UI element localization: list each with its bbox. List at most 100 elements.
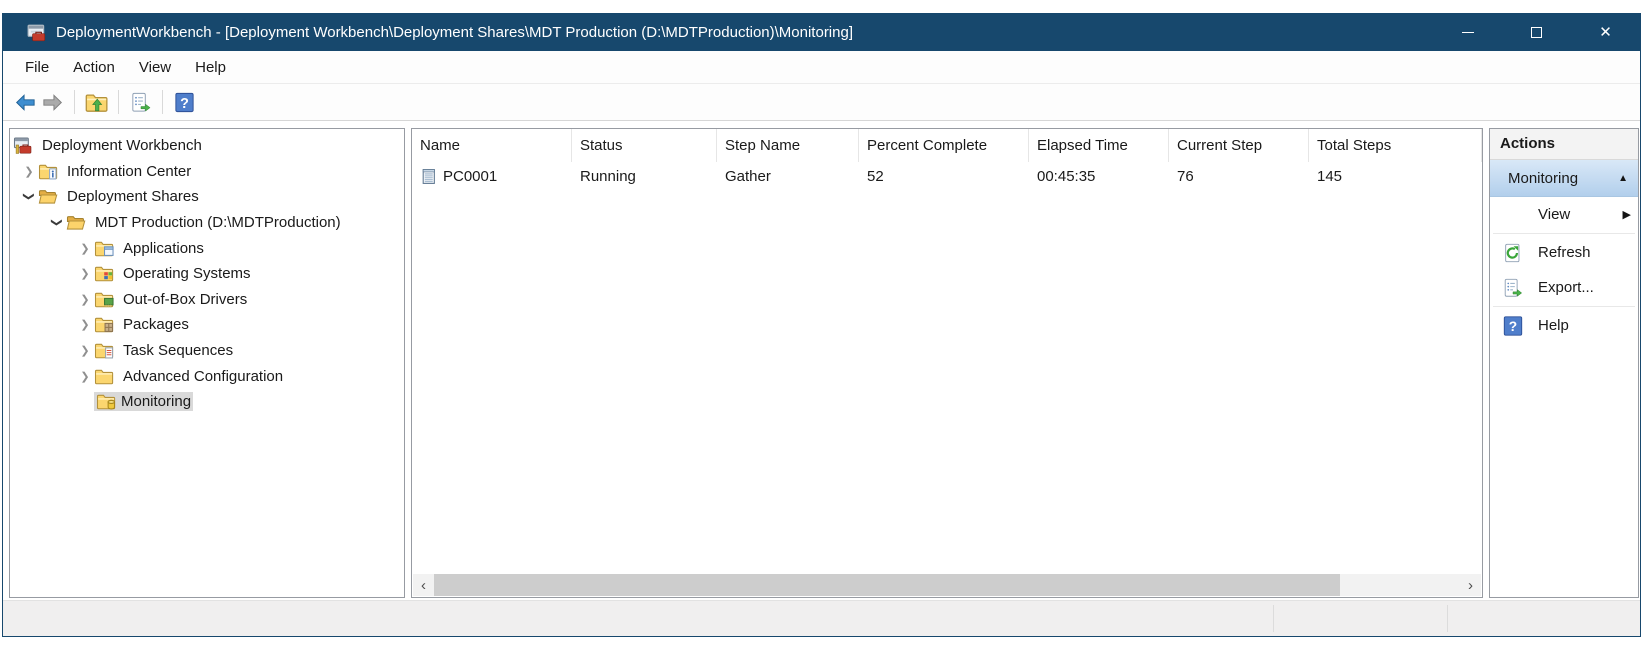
actions-group-monitoring[interactable]: Monitoring ▲ xyxy=(1490,160,1638,197)
column-header-status[interactable]: Status xyxy=(572,129,717,162)
export-list-button[interactable] xyxy=(127,89,154,116)
actions-separator xyxy=(1493,306,1635,307)
help-icon: ? xyxy=(173,91,196,114)
tree-item-out-of-box-drivers[interactable]: ❯ Out-of-Box Drivers xyxy=(10,287,404,313)
tree-item-label: Applications xyxy=(120,239,207,258)
tree-item-deployment-shares[interactable]: ❯ Deployment Shares xyxy=(10,184,404,210)
toolbar-separator xyxy=(162,90,163,114)
tree-item-deployment-workbench[interactable]: Deployment Workbench xyxy=(10,133,404,159)
folder-open-icon xyxy=(38,188,58,205)
toolbar-separator xyxy=(118,90,119,114)
status-bar-divider xyxy=(1273,605,1274,632)
folder-applications-icon xyxy=(94,240,114,257)
mmc-app-icon xyxy=(27,24,47,42)
menu-help[interactable]: Help xyxy=(183,51,238,83)
minimize-icon xyxy=(1462,32,1474,33)
actions-pane: Actions Monitoring ▲ View ▶ Refresh xyxy=(1489,128,1639,598)
action-label: Refresh xyxy=(1538,244,1591,261)
action-label: Help xyxy=(1538,317,1569,334)
computer-report-icon xyxy=(420,168,437,185)
toolbar-separator xyxy=(74,90,75,114)
folder-open-icon xyxy=(66,214,86,231)
close-icon: ✕ xyxy=(1599,25,1612,40)
menu-bar: File Action View Help xyxy=(3,51,1640,84)
scroll-right-arrow[interactable]: › xyxy=(1460,574,1481,596)
maximize-icon xyxy=(1531,27,1542,38)
tree-item-applications[interactable]: ❯ Applications xyxy=(10,235,404,261)
selected-tree-item: Monitoring xyxy=(94,392,193,411)
list-row-pc0001[interactable]: PC0001 Running Gather 52 00:45:35 76 145 xyxy=(412,162,1482,190)
action-help[interactable]: ? Help xyxy=(1490,308,1638,343)
action-export[interactable]: Export... xyxy=(1490,270,1638,305)
minimize-button[interactable] xyxy=(1433,14,1502,51)
folder-packages-icon xyxy=(94,316,114,333)
tree-item-label: Monitoring xyxy=(121,393,191,410)
column-header-elapsed-time[interactable]: Elapsed Time xyxy=(1029,129,1169,162)
collapse-group-icon[interactable]: ▲ xyxy=(1618,173,1628,184)
scrollbar-track[interactable] xyxy=(434,574,1460,596)
title-bar: DeploymentWorkbench - [Deployment Workbe… xyxy=(3,14,1640,51)
column-header-name[interactable]: Name xyxy=(412,129,572,162)
tree-item-operating-systems[interactable]: ❯ Operating Systems xyxy=(10,261,404,287)
menu-view[interactable]: View xyxy=(127,51,183,83)
maximize-button[interactable] xyxy=(1502,14,1571,51)
back-icon xyxy=(14,91,37,114)
menu-action[interactable]: Action xyxy=(61,51,127,83)
refresh-icon xyxy=(1502,242,1524,264)
actions-separator xyxy=(1493,233,1635,234)
column-header-total-steps[interactable]: Total Steps xyxy=(1309,129,1482,162)
help-icon: ? xyxy=(1502,315,1524,337)
tree-item-label: Deployment Workbench xyxy=(39,136,205,155)
export-icon xyxy=(1502,277,1524,299)
up-one-level-button[interactable] xyxy=(83,89,110,116)
action-view[interactable]: View ▶ xyxy=(1490,197,1638,232)
cell-status: Running xyxy=(572,162,717,190)
cell-elapsed-time: 00:45:35 xyxy=(1029,162,1169,190)
scrollbar-thumb[interactable] xyxy=(434,574,1340,596)
status-bar xyxy=(3,600,1640,636)
scroll-left-arrow[interactable]: ‹ xyxy=(413,574,434,596)
column-header-step-name[interactable]: Step Name xyxy=(717,129,859,162)
close-button[interactable]: ✕ xyxy=(1571,14,1640,51)
export-list-icon xyxy=(129,91,152,114)
tree-item-monitoring[interactable]: Monitoring xyxy=(10,389,404,415)
expand-chevron-icon[interactable]: ❯ xyxy=(76,344,94,357)
tree-item-label: Information Center xyxy=(64,162,194,181)
expand-chevron-icon[interactable]: ❯ xyxy=(20,165,38,178)
submenu-arrow-icon: ▶ xyxy=(1623,208,1631,221)
folder-icon xyxy=(94,368,114,385)
list-header-row: Name Status Step Name Percent Complete E… xyxy=(412,129,1482,162)
tree-item-packages[interactable]: ❯ Packages xyxy=(10,312,404,338)
collapse-chevron-icon[interactable]: ❯ xyxy=(51,214,64,232)
horizontal-scrollbar[interactable]: ‹ › xyxy=(413,574,1481,596)
help-button[interactable]: ? xyxy=(171,89,198,116)
expand-chevron-icon[interactable]: ❯ xyxy=(76,318,94,331)
tree-item-label: Operating Systems xyxy=(120,264,254,283)
tree-item-advanced-configuration[interactable]: ❯ Advanced Configuration xyxy=(10,363,404,389)
expand-chevron-icon[interactable]: ❯ xyxy=(76,242,94,255)
expand-chevron-icon[interactable]: ❯ xyxy=(76,267,94,280)
console-tree-pane: Deployment Workbench ❯ Information Cente… xyxy=(9,128,405,598)
folder-tasks-icon xyxy=(94,342,114,359)
tree-item-information-center[interactable]: ❯ Information Center xyxy=(10,159,404,185)
action-refresh[interactable]: Refresh xyxy=(1490,235,1638,270)
cell-total-steps: 145 xyxy=(1309,162,1482,190)
action-label: Export... xyxy=(1538,279,1594,296)
expand-chevron-icon[interactable]: ❯ xyxy=(76,293,94,306)
expand-chevron-icon[interactable]: ❯ xyxy=(76,370,94,383)
cell-step-name: Gather xyxy=(717,162,859,190)
actions-pane-title: Actions xyxy=(1490,129,1638,160)
column-header-current-step[interactable]: Current Step xyxy=(1169,129,1309,162)
window-title: DeploymentWorkbench - [Deployment Workbe… xyxy=(56,24,1433,41)
menu-file[interactable]: File xyxy=(13,51,61,83)
back-button[interactable] xyxy=(12,89,39,116)
folder-info-icon xyxy=(38,163,58,180)
tree-item-mdt-production[interactable]: ❯ MDT Production (D:\MDTProduction) xyxy=(10,210,404,236)
forward-button[interactable] xyxy=(39,89,66,116)
tree-item-label: MDT Production (D:\MDTProduction) xyxy=(92,213,344,232)
tree-item-task-sequences[interactable]: ❯ Task Sequences xyxy=(10,338,404,364)
collapse-chevron-icon[interactable]: ❯ xyxy=(23,188,36,206)
folder-monitoring-icon xyxy=(96,393,116,410)
column-header-percent-complete[interactable]: Percent Complete xyxy=(859,129,1029,162)
folder-os-icon xyxy=(94,265,114,282)
